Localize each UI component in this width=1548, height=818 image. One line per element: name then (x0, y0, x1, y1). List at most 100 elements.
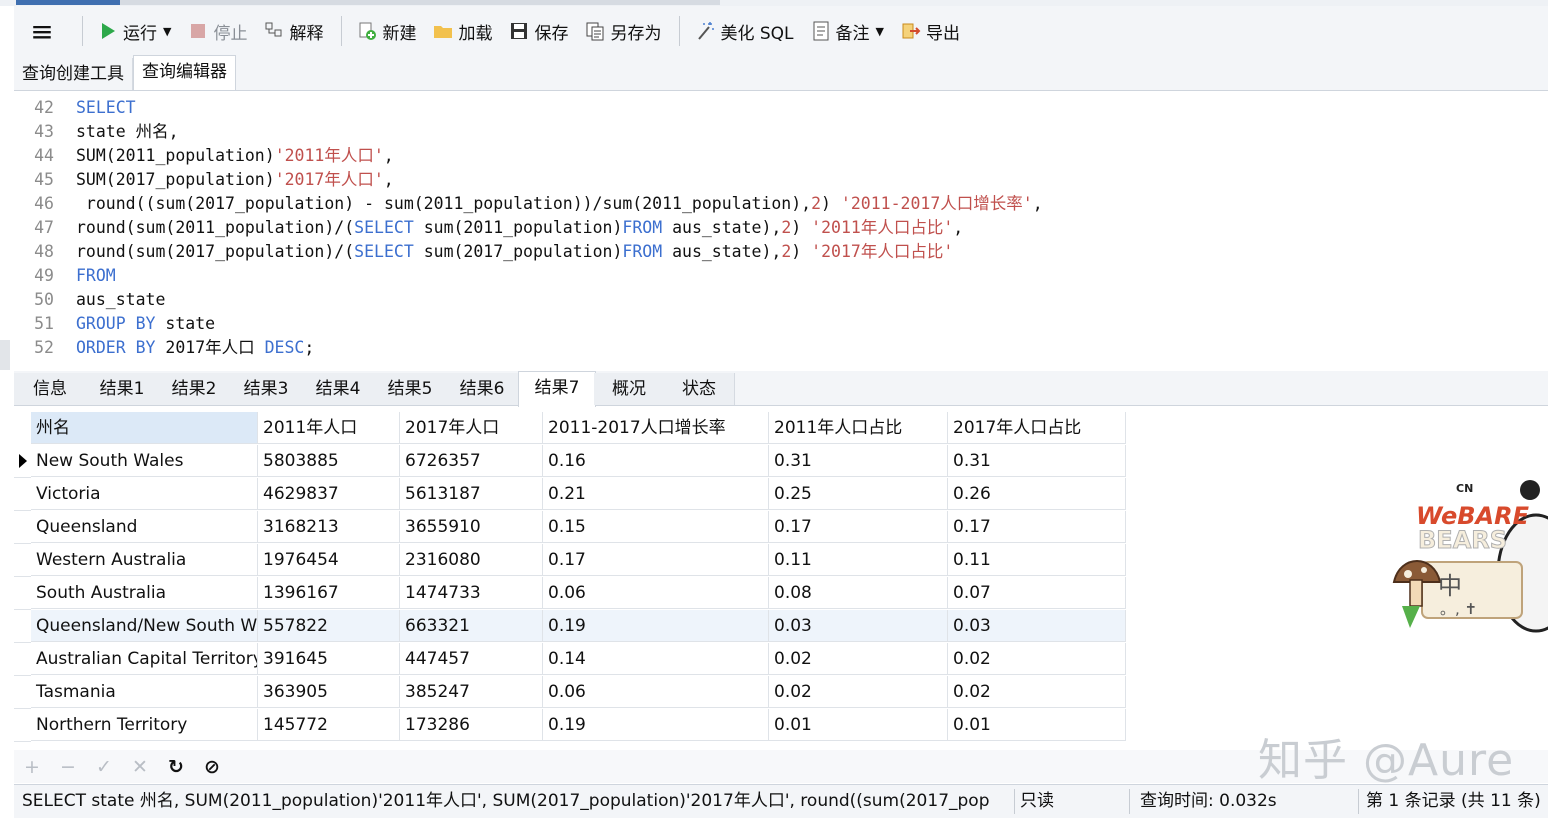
editor-line[interactable]: 43 state 州名, (14, 120, 178, 144)
table-cell[interactable]: 0.17 (543, 544, 769, 576)
table-cell[interactable]: 0.01 (769, 709, 948, 741)
table-cell[interactable]: 5613187 (400, 478, 543, 510)
editor-line[interactable]: 52 ORDER BY 2017年人口 DESC; (14, 336, 314, 360)
editor-line[interactable]: 44 SUM(2011_population)'2011年人口', (14, 144, 394, 168)
column-header[interactable]: 2017年人口 (400, 412, 543, 444)
table-cell[interactable]: 0.26 (948, 478, 1126, 510)
result-tab[interactable]: 状态 (664, 373, 735, 405)
table-cell[interactable]: 363905 (258, 676, 400, 708)
table-cell[interactable]: 0.07 (948, 577, 1126, 609)
table-cell[interactable]: 0.06 (543, 577, 769, 609)
table-cell[interactable]: 0.03 (948, 610, 1126, 642)
save-as-button[interactable]: 另存为 (578, 14, 667, 48)
table-cell[interactable]: 5803885 (258, 445, 400, 477)
table-cell[interactable]: 1976454 (258, 544, 400, 576)
beautify-sql-button[interactable]: 美化 SQL (688, 14, 799, 48)
table-cell[interactable]: 0.03 (769, 610, 948, 642)
row-selector[interactable] (14, 676, 31, 709)
result-tab[interactable]: 结果7 (518, 371, 596, 407)
editor-line[interactable]: 50 aus_state (14, 288, 165, 312)
table-cell[interactable]: 2316080 (400, 544, 543, 576)
table-cell[interactable]: 1474733 (400, 577, 543, 609)
table-cell[interactable]: 0.11 (948, 544, 1126, 576)
row-selector[interactable] (14, 643, 31, 676)
table-cell[interactable]: 447457 (400, 643, 543, 675)
row-selector[interactable] (14, 478, 31, 511)
column-header[interactable]: 州名 (31, 412, 258, 444)
table-cell[interactable]: Victoria (31, 478, 258, 510)
table-cell[interactable]: 0.02 (948, 643, 1126, 675)
table-cell[interactable]: 0.02 (948, 676, 1126, 708)
stop-button[interactable]: 停止 (181, 14, 253, 48)
table-cell[interactable]: Western Australia (31, 544, 258, 576)
row-selector[interactable] (14, 709, 31, 742)
table-cell[interactable]: 0.19 (543, 610, 769, 642)
editor-line[interactable]: 46 round((sum(2017_population) - sum(201… (14, 192, 1043, 216)
stop-icon[interactable]: ⊘ (194, 756, 230, 778)
export-button[interactable]: 导出 (894, 14, 966, 48)
row-selector[interactable] (14, 610, 31, 643)
table-cell[interactable]: 0.11 (769, 544, 948, 576)
result-tab[interactable]: 概况 (594, 373, 665, 405)
result-tab[interactable]: 结果4 (302, 373, 375, 405)
row-selector[interactable] (14, 511, 31, 544)
table-cell[interactable]: 557822 (258, 610, 400, 642)
new-button[interactable]: 新建 (350, 14, 422, 48)
row-selector[interactable] (14, 445, 31, 478)
table-cell[interactable]: 0.02 (769, 643, 948, 675)
comment-dropdown-icon[interactable]: ▼ (876, 25, 884, 38)
table-cell[interactable]: 391645 (258, 643, 400, 675)
table-cell[interactable]: Tasmania (31, 676, 258, 708)
table-cell[interactable]: 3168213 (258, 511, 400, 543)
table-cell[interactable]: Queensland (31, 511, 258, 543)
editor-line[interactable]: 42 SELECT (14, 96, 135, 120)
result-tab[interactable]: 结果3 (230, 373, 303, 405)
result-tab[interactable]: 结果6 (446, 373, 519, 405)
explain-button[interactable]: 解释 (257, 14, 329, 48)
table-cell[interactable]: 0.15 (543, 511, 769, 543)
table-cell[interactable]: 0.17 (948, 511, 1126, 543)
table-cell[interactable]: 0.01 (948, 709, 1126, 741)
splitter-handle[interactable] (0, 340, 10, 370)
comment-button[interactable]: 备注 ▼ (804, 14, 890, 48)
add-row-icon[interactable]: + (14, 756, 50, 778)
table-cell[interactable]: Queensland/New South Wales (31, 610, 258, 642)
table-cell[interactable]: 0.17 (769, 511, 948, 543)
editor-line[interactable]: 48 round(sum(2017_population)/(SELECT sum… (14, 240, 953, 264)
column-header[interactable]: 2017年人口占比 (948, 412, 1126, 444)
row-selector[interactable] (14, 577, 31, 610)
table-cell[interactable]: 0.16 (543, 445, 769, 477)
column-header[interactable]: 2011年人口占比 (769, 412, 948, 444)
result-tab[interactable]: 结果1 (86, 373, 159, 405)
table-cell[interactable]: Australian Capital Territory (31, 643, 258, 675)
table-cell[interactable]: 3655910 (400, 511, 543, 543)
result-tab[interactable]: 结果5 (374, 373, 447, 405)
result-tab[interactable]: 信息 (14, 373, 87, 405)
load-button[interactable]: 加载 (426, 14, 498, 48)
table-cell[interactable]: Northern Territory (31, 709, 258, 741)
table-cell[interactable]: 145772 (258, 709, 400, 741)
table-cell[interactable]: 0.14 (543, 643, 769, 675)
editor-line[interactable]: 47 round(sum(2011_population)/(SELECT sum… (14, 216, 963, 240)
refresh-icon[interactable]: ↻ (158, 756, 194, 778)
table-cell[interactable]: 1396167 (258, 577, 400, 609)
table-cell[interactable]: 0.21 (543, 478, 769, 510)
tab-query-builder[interactable]: 查询创建工具 (14, 58, 133, 90)
column-header[interactable]: 2011-2017人口增长率 (543, 412, 769, 444)
table-cell[interactable]: South Australia (31, 577, 258, 609)
run-button[interactable]: 运行 ▼ (91, 14, 177, 48)
table-cell[interactable]: 385247 (400, 676, 543, 708)
table-cell[interactable]: 0.08 (769, 577, 948, 609)
table-cell[interactable]: 0.31 (948, 445, 1126, 477)
editor-line[interactable]: 49 FROM (14, 264, 116, 288)
table-cell[interactable]: 6726357 (400, 445, 543, 477)
table-cell[interactable]: 0.06 (543, 676, 769, 708)
table-cell[interactable]: 0.02 (769, 676, 948, 708)
table-cell[interactable]: 4629837 (258, 478, 400, 510)
discard-icon[interactable]: ✕ (122, 756, 158, 778)
row-selector[interactable] (14, 544, 31, 577)
table-cell[interactable]: 0.25 (769, 478, 948, 510)
menu-button[interactable]: ≡ (14, 14, 70, 48)
save-button[interactable]: 保存 (502, 14, 574, 48)
editor-line[interactable]: 51 GROUP BY state (14, 312, 215, 336)
